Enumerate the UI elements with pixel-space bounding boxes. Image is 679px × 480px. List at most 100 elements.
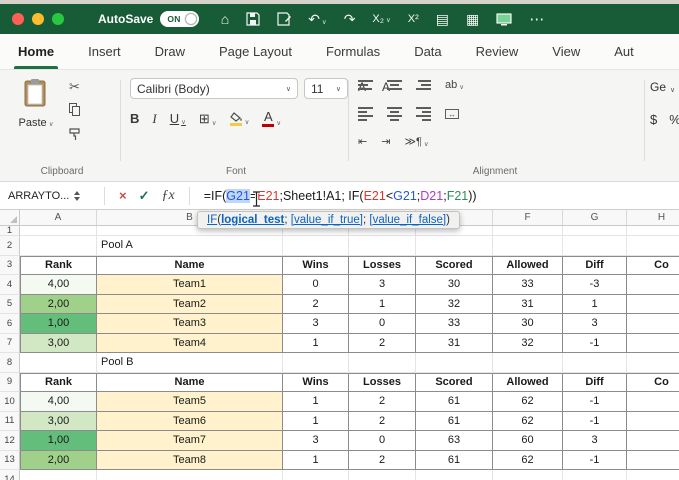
cell-A14[interactable] [20, 470, 97, 480]
align-bottom-icon[interactable] [416, 80, 431, 90]
save-icon[interactable] [246, 12, 260, 26]
cell-D13[interactable]: 2 [349, 451, 416, 471]
cell-D3[interactable]: Losses [349, 256, 416, 276]
cell-B2[interactable]: Pool A [97, 236, 283, 256]
tooltip-link[interactable]: logical_test [221, 214, 284, 226]
currency-format-button[interactable]: $ [650, 112, 657, 127]
cell-F11[interactable]: 62 [493, 412, 563, 432]
cell-A11[interactable]: 3,00 [20, 412, 97, 432]
tooltip-link[interactable]: [value_if_false] [369, 214, 446, 226]
cell-A1[interactable] [20, 226, 97, 236]
underline-button[interactable]: U∨ [170, 111, 186, 126]
tab-data[interactable]: Data [414, 34, 441, 69]
row-header-3[interactable]: 3 [0, 256, 20, 276]
cell-A8[interactable] [20, 353, 97, 373]
cell-C12[interactable]: 3 [283, 431, 349, 451]
cell-H2[interactable] [627, 236, 679, 256]
cell-C3[interactable]: Wins [283, 256, 349, 276]
merge-center-button[interactable]: ↔ [445, 109, 459, 119]
row-header-14[interactable]: 14 [0, 470, 20, 480]
cell-B10[interactable]: Team5 [97, 392, 283, 412]
cell-B13[interactable]: Team8 [97, 451, 283, 471]
cell-F2[interactable] [493, 236, 563, 256]
subscript-button[interactable]: X₂∨ [372, 14, 390, 25]
cell-C6[interactable]: 3 [283, 314, 349, 334]
align-top-icon[interactable] [358, 80, 373, 90]
cell-B3[interactable]: Name [97, 256, 283, 276]
cell-B12[interactable]: Team7 [97, 431, 283, 451]
more-commands-button[interactable]: ⋯ [529, 12, 545, 27]
cell-G11[interactable]: -1 [563, 412, 627, 432]
row-header-6[interactable]: 6 [0, 314, 20, 334]
cell-B8[interactable]: Pool B [97, 353, 283, 373]
cell-H14[interactable] [627, 470, 679, 480]
cell-B5[interactable]: Team2 [97, 295, 283, 315]
cell-F8[interactable] [493, 353, 563, 373]
align-right-icon[interactable] [416, 107, 431, 121]
cell-E13[interactable]: 61 [416, 451, 493, 471]
cell-H5[interactable] [627, 295, 679, 315]
cell-C7[interactable]: 1 [283, 334, 349, 354]
cell-H11[interactable] [627, 412, 679, 432]
cell-D12[interactable]: 0 [349, 431, 416, 451]
cell-D9[interactable]: Losses [349, 373, 416, 393]
tab-page-layout[interactable]: Page Layout [219, 34, 292, 69]
number-format-select[interactable]: Ge ∨ [650, 80, 675, 94]
cell-C2[interactable] [283, 236, 349, 256]
undo-button[interactable]: ↶∨ [308, 12, 327, 26]
cell-A10[interactable]: 4,00 [20, 392, 97, 412]
cell-F12[interactable]: 60 [493, 431, 563, 451]
zoom-button[interactable] [52, 13, 64, 25]
cell-B9[interactable]: Name [97, 373, 283, 393]
cell-H6[interactable] [627, 314, 679, 334]
cell-C13[interactable]: 1 [283, 451, 349, 471]
cell-C10[interactable]: 1 [283, 392, 349, 412]
column-header-A[interactable]: A [20, 210, 97, 225]
align-middle-icon[interactable] [387, 80, 402, 90]
cell-A13[interactable]: 2,00 [20, 451, 97, 471]
cell-F13[interactable]: 62 [493, 451, 563, 471]
cell-F4[interactable]: 33 [493, 275, 563, 295]
cell-D5[interactable]: 1 [349, 295, 416, 315]
cell-B4[interactable]: Team1 [97, 275, 283, 295]
cell-D11[interactable]: 2 [349, 412, 416, 432]
select-all-corner[interactable] [0, 210, 20, 225]
tab-view[interactable]: View [552, 34, 580, 69]
cell-E12[interactable]: 63 [416, 431, 493, 451]
cut-button[interactable]: ✂ [69, 80, 80, 93]
enter-button[interactable]: ✓ [139, 189, 150, 202]
cell-B11[interactable]: Team6 [97, 412, 283, 432]
row-header-12[interactable]: 12 [0, 431, 20, 451]
cell-D14[interactable] [349, 470, 416, 480]
save-as-icon[interactable] [277, 12, 291, 26]
cell-G13[interactable]: -1 [563, 451, 627, 471]
paste-button[interactable]: Paste∨ [14, 78, 58, 129]
cell-F10[interactable]: 62 [493, 392, 563, 412]
cell-E5[interactable]: 32 [416, 295, 493, 315]
cell-C5[interactable]: 2 [283, 295, 349, 315]
row-header-13[interactable]: 13 [0, 451, 20, 471]
cell-C8[interactable] [283, 353, 349, 373]
cell-G10[interactable]: -1 [563, 392, 627, 412]
align-left-icon[interactable] [358, 107, 373, 121]
autosave-switch[interactable]: ON [160, 11, 198, 27]
cell-G12[interactable]: 3 [563, 431, 627, 451]
cell-G6[interactable]: 3 [563, 314, 627, 334]
row-header-10[interactable]: 10 [0, 392, 20, 412]
row-header-1[interactable]: 1 [0, 226, 20, 236]
cell-A6[interactable]: 1,00 [20, 314, 97, 334]
formula-text[interactable]: =IF(G21=E21;Sheet1!A1; IF(E21<G21;D21;F2… [204, 189, 477, 203]
cell-G2[interactable] [563, 236, 627, 256]
cell-A3[interactable]: Rank [20, 256, 97, 276]
cell-F9[interactable]: Allowed [493, 373, 563, 393]
cell-F14[interactable] [493, 470, 563, 480]
cell-E7[interactable]: 31 [416, 334, 493, 354]
superscript-button[interactable]: X² [408, 14, 419, 25]
font-name-select[interactable]: Calibri (Body) ∨ [130, 78, 298, 99]
format-painter-button[interactable] [68, 128, 81, 143]
cell-E4[interactable]: 30 [416, 275, 493, 295]
column-header-H[interactable]: H [627, 210, 679, 225]
cell-B7[interactable]: Team4 [97, 334, 283, 354]
monitor-icon[interactable] [496, 13, 512, 26]
cell-E3[interactable]: Scored [416, 256, 493, 276]
